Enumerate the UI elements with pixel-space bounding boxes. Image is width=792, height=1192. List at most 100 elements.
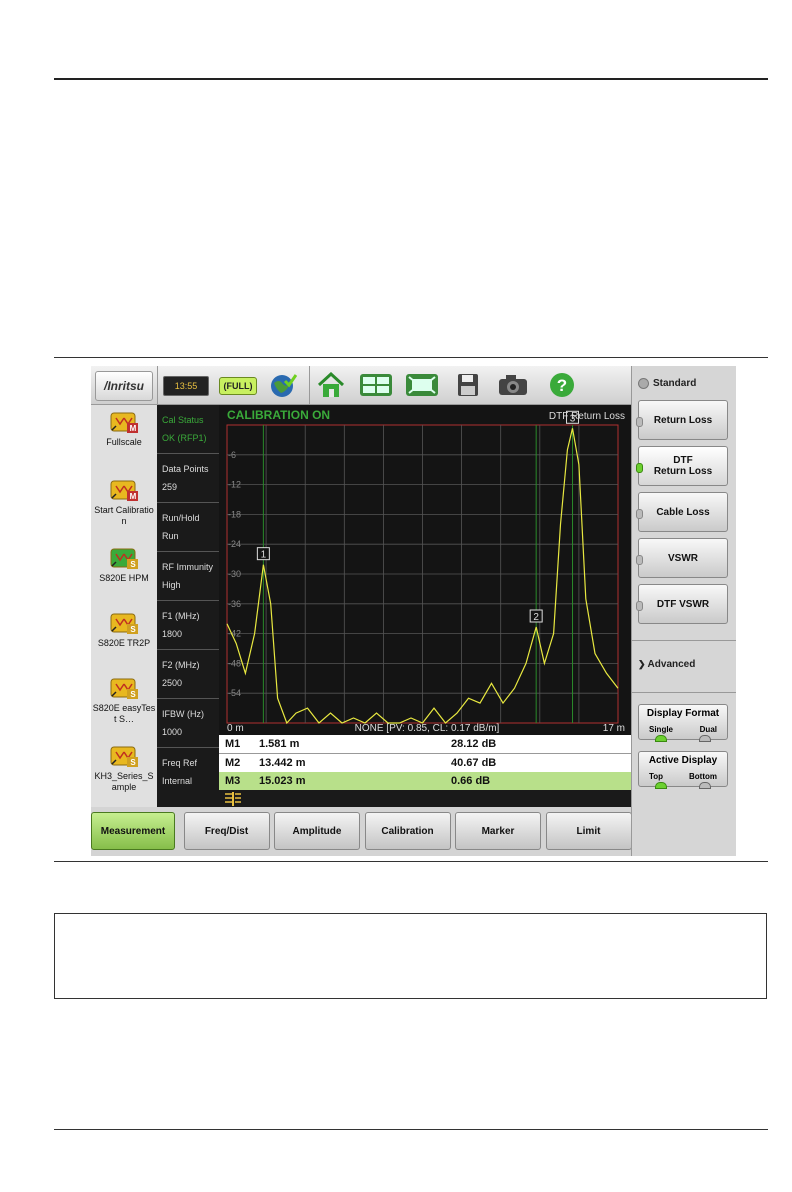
save-icon[interactable] [453, 371, 483, 399]
marker-name: M3 [225, 775, 241, 787]
sidebar-app-label: S820E TR2P [97, 638, 151, 648]
button-label: DTF [673, 455, 693, 466]
sidebar-app-label: Fullscale [106, 437, 142, 447]
setting-value: 259 [162, 482, 178, 492]
table-row[interactable]: M1 1.581 m 28.12 dB [219, 735, 631, 754]
menu-button-3[interactable]: VSWR [636, 538, 728, 578]
marker-position: 1.581 m [259, 738, 300, 750]
kh3-app-icon: S [109, 743, 139, 767]
globe-icon[interactable] [267, 371, 299, 399]
measurement-side-menu: Standard Return Loss DTF Return Loss Cable … [631, 366, 736, 856]
single-indicator [655, 735, 667, 742]
easytest-app-icon: S [109, 675, 139, 699]
display-format-toggle[interactable]: Display Format Single Dual [638, 704, 728, 742]
hpm-app-icon: S [109, 545, 139, 569]
sidebar-app-0[interactable]: M Fullscale [91, 409, 157, 448]
y-tick-label: -6 [228, 450, 236, 460]
setting-label: IFBW (Hz) [162, 709, 204, 719]
app-badge: M [129, 424, 137, 433]
setting-6[interactable]: IFBW (Hz) 1000 [157, 699, 219, 748]
app-badge: S [130, 560, 136, 569]
calibration-app-icon: M [109, 477, 139, 501]
setting-5[interactable]: F2 (MHz) 2500 [157, 650, 219, 699]
menu-button-2[interactable]: Cable Loss [636, 492, 728, 532]
calibration-status: CALIBRATION ON [227, 408, 330, 422]
app-badge: S [130, 758, 136, 767]
menu-button-0[interactable]: Return Loss [636, 400, 728, 440]
button-label: DTF VSWR [656, 598, 710, 610]
settings-summary-panel: Cal Status OK (RFP1) Data Points 259 Run/Hol… [157, 405, 219, 807]
setting-value: 1000 [162, 727, 183, 737]
table-row[interactable]: M3 15.023 m 0.66 dB [219, 772, 631, 791]
setting-value: High [162, 580, 181, 590]
tab-amplitude[interactable]: Amplitude [274, 812, 360, 850]
marker-table: M1 1.581 m 28.12 dB M2 13.442 m 40.67 dB M3 15.… [219, 735, 631, 791]
setting-7[interactable]: Freq Ref Internal [157, 748, 219, 796]
app-shortcut-sidebar: M Fullscale M Start Calibration S S820E HPM S S… [91, 405, 157, 807]
setting-4[interactable]: F1 (MHz) 1800 [157, 601, 219, 650]
sidebar-app-2[interactable]: S S820E HPM [91, 545, 157, 584]
toolbar-divider [157, 366, 158, 404]
bottom-tab-bar: Measurement Freq/Dist Amplitude Calibration… [91, 807, 632, 856]
app-badge: S [130, 625, 136, 634]
setting-label: F2 (MHz) [162, 660, 200, 670]
setting-2[interactable]: Run/Hold Run [157, 503, 219, 552]
clock-display: 13:55 [163, 376, 209, 396]
marker-name: M2 [225, 756, 241, 769]
status-led-icon [636, 555, 643, 565]
camera-icon[interactable] [497, 371, 529, 399]
button-label: VSWR [668, 552, 698, 564]
setting-1[interactable]: Data Points 259 [157, 454, 219, 503]
setting-3[interactable]: RF Immunity High [157, 552, 219, 601]
setting-value: Internal [162, 776, 193, 786]
status-led-icon [636, 463, 643, 473]
status-led-icon [636, 417, 643, 427]
menu-button-1[interactable]: DTF Return Loss [636, 446, 728, 486]
sidebar-app-label: S820E HPM [99, 573, 149, 583]
sidebar-app-label: Start Calibration [94, 505, 154, 526]
tab-freq-dist[interactable]: Freq/Dist [183, 812, 270, 850]
sidebar-app-1[interactable]: M Start Calibration [91, 477, 157, 527]
table-row[interactable]: M2 13.442 m 40.67 dB [219, 754, 631, 773]
layout-icon[interactable] [357, 371, 395, 399]
tab-limit[interactable]: Limit [545, 812, 632, 850]
status-led-icon [636, 509, 643, 519]
table-settings-icon[interactable] [223, 791, 243, 807]
svg-text:?: ? [557, 376, 567, 395]
button-label: Cable Loss [656, 506, 710, 518]
standard-section[interactable]: Standard [638, 378, 696, 389]
marker-value: 28.12 dB [451, 738, 497, 750]
y-tick-label: -12 [228, 480, 241, 490]
menu-divider [632, 692, 736, 693]
advanced-section[interactable]: ❯ Advanced [638, 659, 695, 670]
sidebar-app-3[interactable]: S S820E TR2P [91, 610, 157, 649]
graph-title: DTF Return Loss [549, 411, 625, 422]
instrument-screenshot: /Inritsu 13:55 (FULL) ? M Fullscale M Start… [91, 366, 736, 856]
graph-svg: -6-12-18-24-30-36-42-48-54123CALIBRATION… [226, 408, 625, 734]
setting-label: Freq Ref [162, 758, 198, 768]
dtf-graph[interactable]: -6 -12 -18 -24 -30 -36 -42 -48 -54 1 2 3 CALIBRATION… [219, 405, 631, 735]
sidebar-app-4[interactable]: S S820E easyTest S… [91, 675, 157, 725]
active-display-toggle[interactable]: Active Display Top Bottom [638, 751, 728, 789]
tab-marker[interactable]: Marker [455, 812, 541, 850]
active-display-title: Active Display [648, 755, 718, 766]
home-icon[interactable] [315, 371, 347, 399]
sidebar-app-label: S820E easyTest S… [92, 703, 156, 724]
fullscreen-icon[interactable] [403, 371, 441, 399]
top-toolbar: /Inritsu 13:55 (FULL) ? [91, 366, 631, 405]
help-icon[interactable]: ? [547, 371, 577, 399]
tab-calibration[interactable]: Calibration [364, 812, 451, 850]
setting-0[interactable]: Cal Status OK (RFP1) [157, 405, 219, 454]
sidebar-app-label: KH3_Series_Sample [94, 771, 154, 792]
y-tick-label: -30 [228, 569, 241, 579]
header-rule [54, 78, 768, 80]
menu-button-4[interactable]: DTF VSWR [636, 584, 728, 624]
button-label-line2: Return Loss [653, 466, 713, 477]
marker-value: 40.67 dB [451, 756, 497, 769]
marker-position: 15.023 m [259, 775, 306, 787]
sidebar-app-5[interactable]: S KH3_Series_Sample [91, 743, 157, 793]
fullscale-app-icon: M [109, 409, 139, 433]
tab-measurement[interactable]: Measurement [91, 812, 175, 850]
cable-info: NONE [PV: 0.85, CL: 0.17 dB/m] [355, 723, 500, 734]
setting-label: Cal Status [162, 415, 204, 425]
